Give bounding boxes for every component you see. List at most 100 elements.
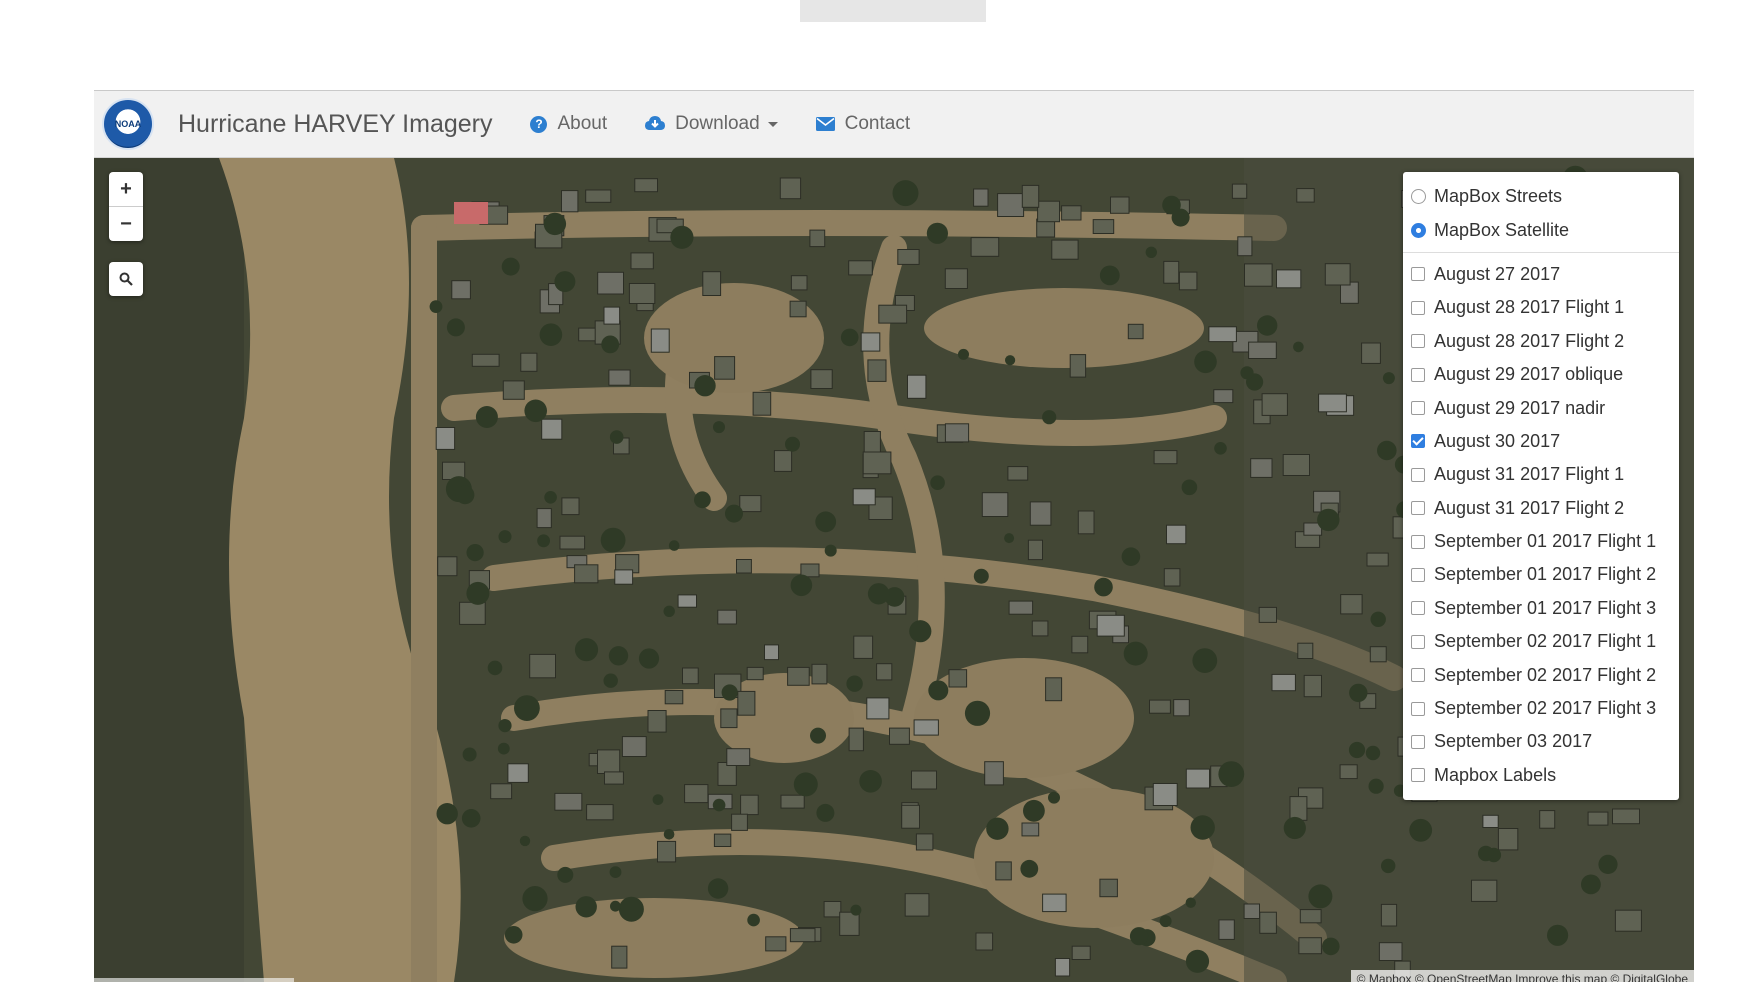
tree bbox=[1094, 577, 1113, 597]
checkbox[interactable] bbox=[1411, 668, 1425, 683]
overlay-layer-option[interactable]: September 03 2017 bbox=[1403, 725, 1679, 758]
tree bbox=[519, 835, 531, 847]
house-roof bbox=[561, 190, 579, 213]
house-roof bbox=[1318, 393, 1347, 413]
tree bbox=[1042, 410, 1057, 425]
house-roof bbox=[611, 945, 628, 969]
tree bbox=[1218, 761, 1245, 787]
overlay-layer-label: August 28 2017 Flight 2 bbox=[1434, 330, 1625, 351]
overlay-layer-option[interactable]: August 29 2017 oblique bbox=[1403, 358, 1679, 391]
tree bbox=[1547, 924, 1569, 946]
scale-bar bbox=[94, 978, 294, 982]
checkbox[interactable] bbox=[1411, 434, 1425, 449]
overlay-layer-option[interactable]: September 01 2017 Flight 2 bbox=[1403, 558, 1679, 591]
house-roof bbox=[1303, 674, 1322, 698]
base-layer-label: MapBox Streets bbox=[1434, 186, 1563, 207]
overlay-layer-label: August 28 2017 Flight 1 bbox=[1434, 297, 1625, 318]
house-roof bbox=[944, 268, 968, 290]
tree bbox=[610, 900, 621, 912]
map-search-button[interactable] bbox=[109, 262, 143, 296]
noaa-logo[interactable]: NOAA bbox=[102, 98, 154, 150]
map-attribution[interactable]: © Mapbox © OpenStreetMap Improve this ma… bbox=[1350, 970, 1694, 982]
base-layer-label: MapBox Satellite bbox=[1434, 219, 1570, 240]
base-layer-option[interactable]: MapBox Streets bbox=[1403, 180, 1679, 213]
overlay-layer-option[interactable]: August 31 2017 Flight 2 bbox=[1403, 492, 1679, 525]
tree bbox=[1409, 818, 1433, 842]
overlay-layer-option[interactable]: September 02 2017 Flight 2 bbox=[1403, 658, 1679, 691]
house-roof bbox=[1296, 188, 1315, 203]
tree bbox=[575, 896, 597, 918]
tree bbox=[1381, 858, 1396, 874]
nav-download[interactable]: Download bbox=[645, 113, 778, 135]
house-roof bbox=[664, 690, 684, 705]
overlay-layer-option[interactable]: August 28 2017 Flight 2 bbox=[1403, 325, 1679, 358]
checkbox[interactable] bbox=[1411, 567, 1425, 582]
tree bbox=[928, 680, 949, 701]
checkbox[interactable] bbox=[1411, 701, 1425, 716]
checkbox[interactable] bbox=[1411, 534, 1425, 549]
overlay-layer-option[interactable]: September 02 2017 Flight 3 bbox=[1403, 692, 1679, 725]
map-canvas[interactable]: + − MapBox Streets MapBox Satellite Augus… bbox=[94, 158, 1694, 982]
tree bbox=[1185, 949, 1210, 973]
checkbox[interactable] bbox=[1411, 467, 1425, 482]
overlay-layer-label: September 03 2017 bbox=[1434, 731, 1593, 752]
house-roof bbox=[1185, 768, 1211, 789]
radio-button[interactable] bbox=[1411, 222, 1426, 238]
overlay-layer-option[interactable]: August 27 2017 bbox=[1403, 258, 1679, 291]
house-roof bbox=[866, 697, 890, 720]
house-roof bbox=[1031, 620, 1049, 637]
overlay-layer-option[interactable]: September 01 2017 Flight 1 bbox=[1403, 525, 1679, 558]
overlay-layer-option[interactable]: August 29 2017 nadir bbox=[1403, 391, 1679, 424]
house-roof bbox=[1208, 326, 1237, 343]
tree bbox=[475, 406, 498, 428]
house-roof bbox=[1539, 810, 1556, 829]
overlay-layer-label: Mapbox Labels bbox=[1434, 764, 1557, 785]
house-roof bbox=[630, 252, 654, 270]
overlay-layer-option[interactable]: September 01 2017 Flight 3 bbox=[1403, 592, 1679, 625]
house-roof bbox=[1099, 878, 1118, 898]
checkbox[interactable] bbox=[1411, 734, 1425, 749]
tree bbox=[721, 684, 738, 701]
house-roof bbox=[435, 427, 456, 450]
house-roof bbox=[1297, 642, 1314, 660]
house-roof bbox=[1497, 828, 1519, 851]
house-roof bbox=[621, 736, 647, 757]
checkbox[interactable] bbox=[1411, 401, 1425, 416]
checkbox[interactable] bbox=[1411, 300, 1425, 315]
overlay-layer-option[interactable]: August 28 2017 Flight 1 bbox=[1403, 291, 1679, 324]
checkbox[interactable] bbox=[1411, 768, 1425, 783]
house-roof bbox=[720, 708, 738, 729]
house-roof bbox=[981, 492, 1009, 518]
checkbox[interactable] bbox=[1411, 367, 1425, 382]
overlay-layer-option[interactable]: September 02 2017 Flight 1 bbox=[1403, 625, 1679, 658]
tree bbox=[707, 878, 729, 899]
nav-contact[interactable]: Contact bbox=[815, 113, 910, 135]
house-roof bbox=[876, 663, 893, 681]
house-roof bbox=[1231, 183, 1248, 199]
checkbox[interactable] bbox=[1411, 267, 1425, 282]
zoom-in-button[interactable]: + bbox=[109, 172, 143, 206]
search-icon bbox=[119, 272, 133, 286]
question-circle-icon: ? bbox=[530, 115, 548, 133]
checkbox[interactable] bbox=[1411, 634, 1425, 649]
tree bbox=[1382, 372, 1395, 385]
app-title[interactable]: Hurricane HARVEY Imagery bbox=[178, 110, 492, 139]
checkbox[interactable] bbox=[1411, 601, 1425, 616]
tree bbox=[609, 430, 624, 444]
tree bbox=[1004, 533, 1015, 544]
overlay-layer-option[interactable]: August 30 2017 bbox=[1403, 425, 1679, 458]
tree bbox=[663, 605, 675, 617]
zoom-out-button[interactable]: − bbox=[109, 206, 143, 241]
overlay-layer-option[interactable]: August 31 2017 Flight 1 bbox=[1403, 458, 1679, 491]
overlay-layer-option[interactable]: Mapbox Labels bbox=[1403, 759, 1679, 792]
nav-about[interactable]: ? About bbox=[530, 113, 607, 135]
base-layer-option[interactable]: MapBox Satellite bbox=[1403, 213, 1679, 246]
checkbox[interactable] bbox=[1411, 501, 1425, 516]
house-roof bbox=[603, 306, 621, 325]
tree bbox=[867, 583, 890, 605]
overlay-layer-label: August 31 2017 Flight 2 bbox=[1434, 497, 1625, 518]
house-roof bbox=[975, 932, 994, 951]
tree bbox=[909, 620, 932, 643]
radio-button[interactable] bbox=[1411, 189, 1426, 205]
checkbox[interactable] bbox=[1411, 334, 1425, 349]
